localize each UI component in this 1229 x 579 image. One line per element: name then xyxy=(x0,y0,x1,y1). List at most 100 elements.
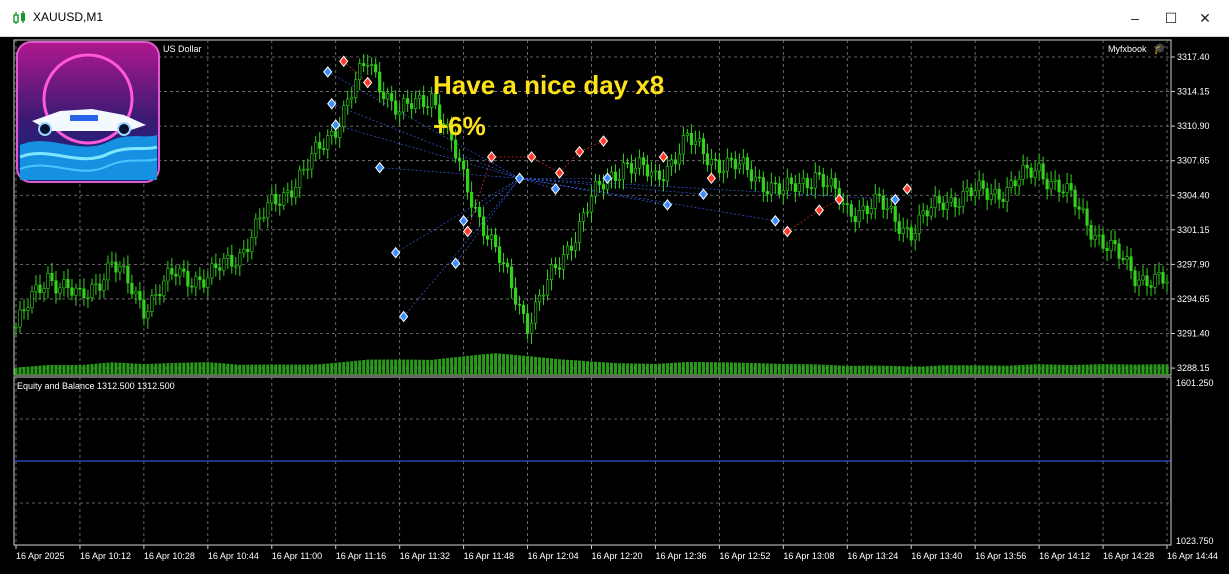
volume-bar xyxy=(873,365,877,375)
candle-body xyxy=(509,266,514,289)
candle-body xyxy=(997,188,1001,200)
candle-body xyxy=(258,217,262,220)
candle-body xyxy=(278,203,282,206)
candle-body xyxy=(1093,235,1097,240)
volume-bar xyxy=(721,362,725,375)
volume-bar xyxy=(661,363,665,375)
time-tick-label: 16 Apr 12:52 xyxy=(719,551,770,561)
volume-bar xyxy=(518,355,522,375)
volume-bar xyxy=(865,365,869,375)
candle-body xyxy=(873,193,877,209)
candle-body xyxy=(1161,272,1165,284)
volume-bar xyxy=(270,364,274,375)
sell-marker xyxy=(834,193,844,206)
candle-body xyxy=(705,153,709,166)
volume-bar xyxy=(494,353,498,375)
candle-body xyxy=(398,111,402,115)
candle-body xyxy=(673,159,678,165)
candle-body xyxy=(1061,191,1065,194)
volume-bar xyxy=(781,364,785,375)
volume-bar xyxy=(378,359,382,375)
volume-bar xyxy=(14,367,18,375)
volume-bar xyxy=(729,362,733,375)
graduation-cap-icon: 🎓 xyxy=(1153,43,1167,55)
candle-body xyxy=(1077,206,1081,210)
volume-bar xyxy=(74,365,78,375)
volume-bar xyxy=(366,359,370,375)
candle-body xyxy=(142,299,146,319)
volume-bar xyxy=(434,359,438,375)
price-chart[interactable]: US Dollar Myfxbook 🎓 Have a nice day x8 … xyxy=(0,37,1229,574)
close-button[interactable]: ✕ xyxy=(1190,6,1220,30)
volume-bar xyxy=(230,364,234,375)
volume-bar xyxy=(58,364,62,375)
trade-line xyxy=(403,178,520,317)
volume-bar xyxy=(1145,364,1149,375)
candle-body xyxy=(981,180,985,189)
volume-bar xyxy=(346,361,350,375)
price-tick-label: 3291.40 xyxy=(1177,329,1210,339)
volume-bar xyxy=(286,364,290,375)
volume-bar xyxy=(833,365,837,375)
volume-bar xyxy=(422,359,426,375)
candle-body xyxy=(1105,248,1109,251)
candle-body xyxy=(474,206,478,209)
sell-marker xyxy=(814,204,824,216)
volume-bar xyxy=(1053,364,1057,375)
candle-body xyxy=(729,157,733,160)
volume-bar xyxy=(593,361,597,375)
volume-bar xyxy=(737,362,741,375)
volume-bar xyxy=(641,363,645,375)
volume-bar xyxy=(797,364,801,375)
volume-bar xyxy=(917,366,921,375)
maximize-button[interactable]: ☐ xyxy=(1156,6,1186,30)
volume-bar xyxy=(957,365,961,375)
trade-line xyxy=(519,177,776,222)
candle-body xyxy=(1089,224,1093,240)
volume-bar xyxy=(601,362,605,375)
price-tick-label: 3310.90 xyxy=(1177,121,1210,131)
volume-bar xyxy=(86,364,90,375)
volume-bar xyxy=(953,365,957,375)
candle-body xyxy=(573,242,578,251)
candle-body xyxy=(1149,285,1153,288)
price-tick-label: 3288.15 xyxy=(1177,363,1210,373)
window-title: XAUUSD,M1 xyxy=(33,10,104,24)
volume-bar xyxy=(869,365,873,375)
volume-bar xyxy=(1017,365,1021,375)
volume-bar xyxy=(198,362,202,375)
volume-bar xyxy=(338,362,342,375)
volume-bar xyxy=(1121,364,1125,375)
chart-window[interactable]: US Dollar Myfxbook 🎓 Have a nice day x8 … xyxy=(0,37,1229,574)
candle-body xyxy=(18,309,22,328)
volume-bar xyxy=(46,364,50,375)
volume-bar xyxy=(941,365,945,375)
indicator-tick-top: 1601.250 xyxy=(1176,378,1214,388)
volume-bar xyxy=(386,359,390,375)
volume-bar xyxy=(753,363,757,375)
volume-bar xyxy=(789,364,793,375)
candle-body xyxy=(194,276,198,288)
volume-bar xyxy=(1001,365,1005,375)
candle-body xyxy=(254,218,258,238)
volume-bar xyxy=(98,363,102,375)
candle-body xyxy=(126,265,130,284)
minimize-button[interactable]: – xyxy=(1120,6,1150,30)
volume-bar xyxy=(586,361,590,375)
volume-bar xyxy=(761,363,765,375)
volume-bar xyxy=(637,363,641,375)
candle-body xyxy=(721,170,725,173)
candle-body xyxy=(78,287,82,290)
volume-bar xyxy=(773,363,777,375)
candle-body xyxy=(230,254,234,267)
volume-bar xyxy=(1013,365,1017,375)
candle-body xyxy=(1041,163,1045,180)
volume-bar xyxy=(849,365,853,375)
volume-bar xyxy=(94,363,98,375)
volume-bar xyxy=(1109,364,1113,375)
candle-body xyxy=(513,287,518,305)
candle-body xyxy=(202,279,206,288)
candle-body xyxy=(1013,180,1017,187)
volume-bar xyxy=(206,362,210,375)
volume-bar xyxy=(330,363,334,375)
